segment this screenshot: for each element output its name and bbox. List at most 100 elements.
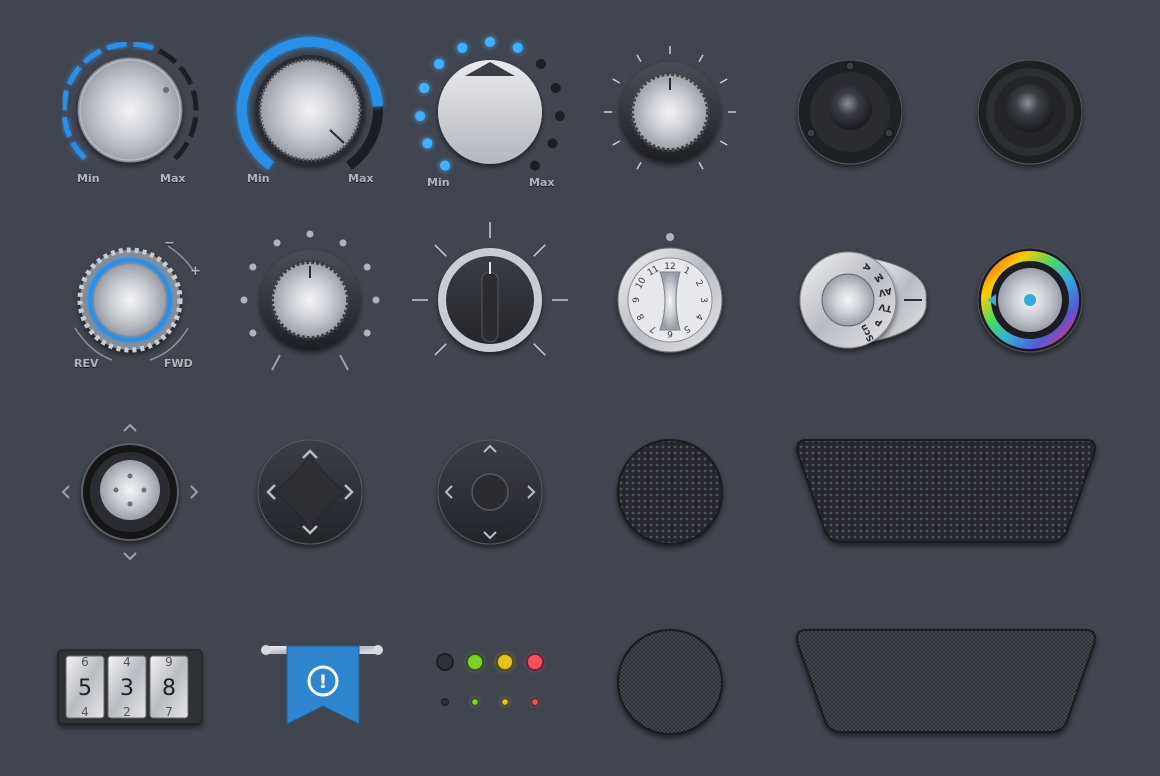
dial-number: 3 [698, 297, 708, 303]
timer-dial[interactable]: 12 1234567891011 [617, 233, 723, 353]
dpad-cross[interactable] [257, 439, 363, 545]
color-indicator [1024, 294, 1036, 306]
knob-min-label: Min [247, 172, 270, 185]
step-dot [339, 239, 347, 247]
fwd-label: FWD [164, 357, 193, 370]
rev-label: REV [74, 357, 99, 370]
tweeter-speaker [797, 59, 903, 165]
reel-digit-above: 4 [123, 655, 131, 669]
chevron-left-icon[interactable] [61, 485, 70, 499]
color-picker-knob[interactable] [977, 247, 1083, 353]
knob-max-label: Max [529, 176, 555, 189]
controls-sheet: 12 1234567891011 AMAVTVPScn 654432987 ! [57, 37, 1096, 735]
ui-kit-canvas: 12 1 2 3 4 5 6 7 8 9 10 11 A M AV TV P Scn [0, 0, 1160, 772]
camera-mode-dial[interactable]: AMAVTVPScn [799, 251, 927, 349]
led-dot [512, 42, 523, 53]
woofer-speaker [977, 59, 1083, 165]
tick-mark [636, 54, 642, 63]
tick-knob[interactable] [604, 46, 736, 170]
ray-mark [434, 244, 447, 257]
tick-mark [698, 54, 704, 63]
led-small [532, 699, 538, 705]
chevron-down-icon[interactable] [123, 552, 137, 561]
dial-number: 12 [664, 262, 675, 272]
ring-segment [61, 116, 72, 138]
speaker-grille-round-fine [617, 629, 723, 735]
exclamation-glyph: ! [319, 671, 328, 693]
led-large [468, 655, 482, 669]
led-dot [535, 58, 546, 69]
ring-segment [188, 116, 199, 138]
volume-knob-led[interactable] [415, 37, 565, 171]
ray-mark [434, 343, 447, 356]
led-large [528, 655, 542, 669]
joystick-pad[interactable] [61, 423, 199, 561]
reel-digit: 3 [120, 676, 134, 701]
led-large [498, 655, 512, 669]
ray-mark [533, 244, 546, 257]
ring-segment [61, 89, 70, 111]
led-small [502, 699, 508, 705]
ring-segment [190, 89, 199, 111]
tick-mark [612, 78, 621, 84]
minus-label: − [164, 236, 175, 251]
knob-max-label: Max [160, 172, 186, 185]
dpad-ring[interactable] [437, 439, 543, 545]
led-dot [422, 138, 433, 149]
chevron-up-icon[interactable] [123, 423, 137, 432]
status-leds [436, 653, 544, 706]
step-dot [249, 263, 257, 271]
knob-min-label: Min [427, 176, 450, 189]
tick-mark [719, 78, 728, 84]
ring-segment [133, 41, 154, 51]
reel-digit: 8 [162, 676, 176, 701]
step-dot [240, 296, 248, 304]
ring-segment [158, 48, 178, 65]
step-dot [306, 230, 314, 238]
tick-mark [719, 140, 728, 146]
led-dot [419, 83, 430, 94]
speaker-grille-wide-fine [796, 629, 1096, 733]
reel-digit-above: 9 [165, 655, 173, 669]
ray-mark [533, 343, 546, 356]
knob-indicator [163, 87, 169, 93]
chevron-right-icon[interactable] [190, 485, 199, 499]
plus-label: + [190, 264, 201, 279]
reel-digit-below: 2 [123, 705, 131, 719]
ring-segment [66, 65, 82, 86]
step-dot [273, 239, 281, 247]
rev-fwd-knob[interactable] [74, 245, 195, 361]
led-large [438, 655, 452, 669]
reel-digit-below: 4 [81, 705, 89, 719]
led-small [442, 699, 448, 705]
combination-lock[interactable]: 6 5 4 4 3 2 9 8 7 [57, 649, 203, 725]
led-small [472, 699, 478, 705]
led-dot [554, 111, 565, 122]
knob-max-label: Max [348, 172, 374, 185]
center-button[interactable] [471, 473, 509, 511]
led-dot [550, 83, 561, 94]
lock-reels: 6 5 4 4 3 2 9 8 7 [65, 655, 189, 719]
led-dot [434, 58, 445, 69]
led-dot [415, 111, 426, 122]
volume-knob-dashed[interactable] [61, 41, 199, 163]
tick-mark [636, 161, 642, 170]
volume-knob-arc[interactable] [237, 37, 383, 170]
speaker-grille-wide [796, 439, 1096, 543]
step-dot [363, 263, 371, 271]
step-dot [372, 296, 380, 304]
bar-knob[interactable] [412, 222, 568, 356]
tick-mark [612, 140, 621, 146]
reel-digit: 5 [78, 676, 92, 701]
reel-digit-below: 7 [165, 705, 173, 719]
ring-segment [106, 41, 127, 51]
ring-segment [70, 141, 87, 161]
knob-min-label: Min [77, 172, 100, 185]
step-dot [249, 329, 257, 337]
bookmark-ribbon[interactable]: ! [261, 645, 383, 725]
speaker-grille-round [617, 439, 723, 545]
led-dot [547, 138, 558, 149]
led-dot [440, 160, 451, 171]
stepped-knob[interactable] [240, 230, 380, 371]
ring-segment [82, 48, 102, 65]
